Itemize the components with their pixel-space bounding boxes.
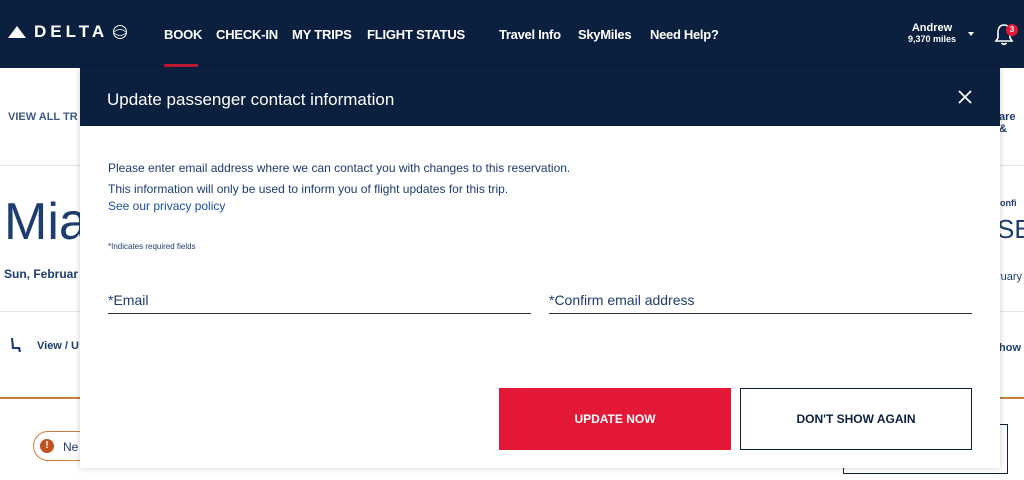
nav-book[interactable]: BOOK	[164, 27, 202, 42]
email-field[interactable]	[108, 286, 531, 314]
notification-count-badge: 3	[1006, 24, 1018, 36]
user-account-menu[interactable]: Andrew 9,370 miles	[908, 22, 956, 44]
user-name: Andrew	[911, 22, 953, 34]
active-nav-indicator	[164, 64, 198, 67]
intro-line-2: This information will only be used to in…	[108, 182, 509, 196]
privacy-policy-link[interactable]: See our privacy policy	[108, 199, 225, 213]
skyteam-globe-icon	[113, 25, 128, 39]
view-all-trips-link[interactable]: VIEW ALL TR	[8, 111, 78, 123]
user-miles: 9,370 miles	[908, 34, 957, 44]
trip-date: Sun, Februar	[4, 267, 79, 281]
delta-logo[interactable]: DELTA	[8, 22, 128, 42]
nav-skymiles[interactable]: SkyMiles	[578, 27, 632, 42]
seat-icon	[11, 338, 21, 352]
nav-my-trips[interactable]: MY TRIPS	[292, 27, 352, 42]
view-upgrade-seats-link[interactable]: View / U	[37, 340, 79, 352]
account-caret-icon[interactable]	[968, 32, 974, 36]
delta-widget-icon	[8, 26, 26, 38]
bg-right-text: are &	[999, 111, 1016, 135]
update-now-button[interactable]: UPDATE NOW	[499, 388, 731, 450]
confirm-email-field[interactable]	[549, 286, 972, 314]
nav-check-in[interactable]: CHECK-IN	[216, 27, 278, 42]
modal-title: Update passenger contact information	[107, 90, 395, 109]
brand-name: DELTA	[34, 22, 109, 41]
alert-icon: !	[40, 439, 54, 453]
notice-text: Ne	[63, 440, 79, 454]
nav-need-help[interactable]: Need Help?	[650, 27, 719, 42]
nav-flight-status[interactable]: FLIGHT STATUS	[367, 27, 465, 42]
bg-confirmation-label: onfi	[1000, 198, 1017, 208]
bg-right-date: ruary	[997, 271, 1023, 283]
nav-travel-info[interactable]: Travel Info	[499, 27, 561, 42]
required-fields-note: *Indicates required fields	[108, 242, 196, 251]
destination-city: Mia	[4, 193, 88, 251]
top-navigation: DELTA BOOK CHECK-IN MY TRIPS FLIGHT STAT…	[0, 0, 1024, 68]
close-icon[interactable]	[956, 88, 974, 106]
dont-show-again-button[interactable]: DON'T SHOW AGAIN	[740, 388, 972, 450]
modal-intro: Please enter email address where we can …	[108, 158, 570, 200]
bg-show-link[interactable]: how	[999, 342, 1021, 354]
bg-confirmation-code: SB	[997, 214, 1024, 244]
update-contact-modal: Update passenger contact information Ple…	[80, 68, 1000, 468]
modal-header: Update passenger contact information	[80, 68, 1000, 126]
intro-line-1: Please enter email address where we can …	[108, 161, 571, 175]
